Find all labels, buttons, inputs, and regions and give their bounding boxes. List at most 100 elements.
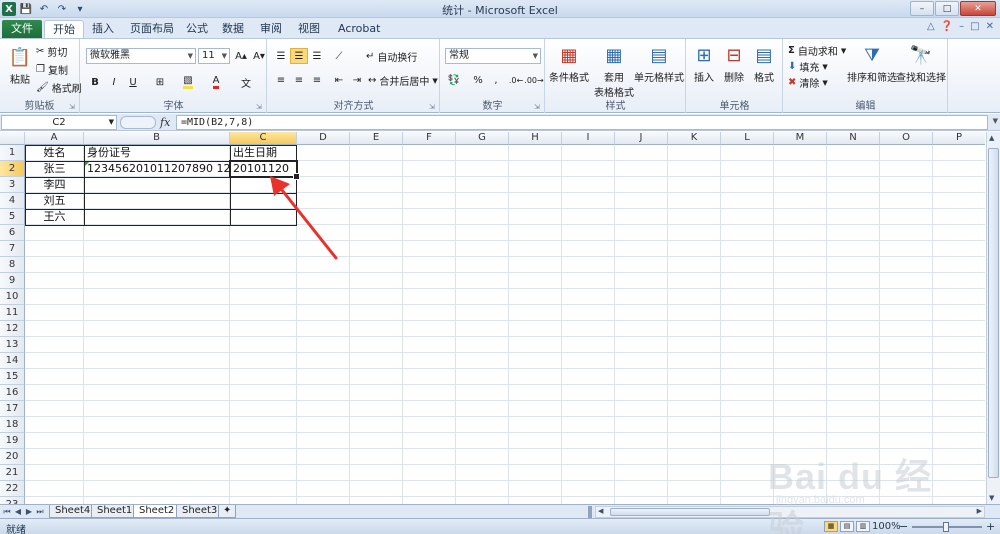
alignment-launcher-icon[interactable]: ⇲ xyxy=(429,103,437,111)
insert-function-icon[interactable]: fx xyxy=(160,116,170,129)
tab-page-layout[interactable]: 页面布局 xyxy=(122,20,182,38)
column-header-b[interactable]: B xyxy=(84,132,230,145)
tab-data[interactable]: 数据 xyxy=(214,20,252,38)
clipboard-launcher-icon[interactable]: ⇲ xyxy=(69,103,77,111)
cut-button[interactable]: ✂ 剪切 xyxy=(36,44,67,59)
row-header-21[interactable]: 21 xyxy=(0,465,25,481)
tab-review[interactable]: 审阅 xyxy=(252,20,290,38)
row-header-12[interactable]: 12 xyxy=(0,321,25,337)
page-break-view-icon[interactable]: ▥ xyxy=(856,521,870,532)
expand-formula-icon[interactable]: ▼ xyxy=(993,117,998,125)
tab-view[interactable]: 视图 xyxy=(290,20,328,38)
row-header-6[interactable]: 6 xyxy=(0,225,25,241)
clear-button[interactable]: ✖ 清除 ▼ xyxy=(788,75,828,90)
row-header-13[interactable]: 13 xyxy=(0,337,25,353)
row-header-14[interactable]: 14 xyxy=(0,353,25,369)
zoom-slider-knob[interactable] xyxy=(943,522,949,532)
tab-home[interactable]: 开始 xyxy=(44,20,84,38)
font-size-select[interactable]: 11 ▼ xyxy=(198,48,230,64)
align-top-button[interactable]: ☰ xyxy=(272,48,290,64)
cell-A3[interactable]: 李四 xyxy=(25,177,84,193)
row-header-17[interactable]: 17 xyxy=(0,401,25,417)
column-header-n[interactable]: N xyxy=(827,132,880,145)
tab-formulas[interactable]: 公式 xyxy=(178,20,216,38)
workbook-restore-icon[interactable]: □ xyxy=(970,21,979,32)
scroll-left-icon[interactable]: ◀ xyxy=(598,507,603,515)
workbook-minimize-icon[interactable]: – xyxy=(959,21,964,32)
row-header-10[interactable]: 10 xyxy=(0,289,25,305)
merge-center-button[interactable]: ↔ 合并后居中 ▼ xyxy=(368,73,438,88)
row-header-22[interactable]: 22 xyxy=(0,481,25,497)
format-cells-button[interactable]: ▤ 格式 xyxy=(749,41,779,85)
number-launcher-icon[interactable]: ⇲ xyxy=(534,103,542,111)
align-bottom-button[interactable]: ☰ xyxy=(308,48,326,64)
decrease-decimal-button[interactable]: .00→ xyxy=(524,72,543,88)
percent-button[interactable]: % xyxy=(469,72,487,88)
insert-cells-button[interactable]: ⊞ 插入 xyxy=(689,41,719,85)
close-button[interactable]: ✕ xyxy=(960,1,996,16)
cell-A1[interactable]: 姓名 xyxy=(25,145,84,161)
shrink-font-button[interactable]: A▾ xyxy=(250,48,268,64)
increase-indent-button[interactable]: ⇥ xyxy=(348,72,366,88)
vertical-scroll-thumb[interactable] xyxy=(988,148,999,478)
paste-button[interactable]: 📋 粘贴 xyxy=(6,43,34,87)
align-right-button[interactable]: ≡ xyxy=(308,72,326,88)
decrease-indent-button[interactable]: ⇤ xyxy=(330,72,348,88)
prev-sheet-icon[interactable]: ◀ xyxy=(13,506,23,518)
minimize-ribbon-icon[interactable]: △ xyxy=(927,21,935,32)
align-center-button[interactable]: ≡ xyxy=(290,72,308,88)
active-cell-selection[interactable] xyxy=(229,160,300,180)
fill-button[interactable]: ⬇ 填充 ▼ xyxy=(788,59,828,74)
tab-file[interactable]: 文件 xyxy=(2,20,42,38)
next-sheet-icon[interactable]: ▶ xyxy=(24,506,34,518)
column-header-p[interactable]: P xyxy=(933,132,985,145)
bold-button[interactable]: B xyxy=(86,74,104,90)
row-header-8[interactable]: 8 xyxy=(0,257,25,273)
sheet-tab-sheet3[interactable]: Sheet3 xyxy=(176,505,224,518)
cell-styles-button[interactable]: ▤ 单元格样式 xyxy=(634,41,684,85)
number-format-select[interactable]: 常规 ▼ xyxy=(445,48,541,64)
row-header-1[interactable]: 1 xyxy=(0,145,25,161)
row-header-11[interactable]: 11 xyxy=(0,305,25,321)
align-left-button[interactable]: ≡ xyxy=(272,72,290,88)
cell-B2[interactable]: 123456201011207890 12 xyxy=(84,161,230,177)
scroll-right-icon[interactable]: ▶ xyxy=(977,507,982,515)
tab-split-handle[interactable] xyxy=(588,506,592,518)
formula-bar-spinner[interactable] xyxy=(120,116,156,129)
sheet-tab-sheet4[interactable]: Sheet4 xyxy=(49,505,97,518)
tab-acrobat[interactable]: Acrobat xyxy=(330,20,388,38)
last-sheet-icon[interactable]: ⏭ xyxy=(35,506,45,518)
row-header-16[interactable]: 16 xyxy=(0,385,25,401)
zoom-out-icon[interactable]: − xyxy=(899,520,908,533)
increase-decimal-button[interactable]: .0← xyxy=(507,72,525,88)
column-header-i[interactable]: I xyxy=(562,132,615,145)
minimize-button[interactable]: – xyxy=(910,1,934,16)
column-header-m[interactable]: M xyxy=(774,132,827,145)
column-header-j[interactable]: J xyxy=(615,132,668,145)
spreadsheet-grid[interactable]: ABCDEFGHIJKLMNOP 1 2 3 4 5 6 7 8 9 10 11 12 13 14 15 16… xyxy=(0,132,985,504)
row-header-19[interactable]: 19 xyxy=(0,433,25,449)
orientation-button[interactable]: ⟋ xyxy=(330,48,348,64)
sort-filter-button[interactable]: ⧩ 排序和筛选 xyxy=(847,41,897,85)
sheet-tab-sheet1[interactable]: Sheet1 xyxy=(91,505,139,518)
fill-color-button[interactable]: ▧ xyxy=(179,74,197,90)
vertical-scrollbar[interactable]: ▲ ▼ xyxy=(986,132,1000,504)
column-header-a[interactable]: A xyxy=(25,132,84,145)
conditional-format-button[interactable]: ▦ 条件格式 xyxy=(548,41,590,85)
column-header-e[interactable]: E xyxy=(350,132,403,145)
insert-sheet-button[interactable]: ✦ xyxy=(218,505,237,518)
column-header-g[interactable]: G xyxy=(456,132,509,145)
workbook-close-icon[interactable]: ✕ xyxy=(986,21,994,32)
normal-view-icon[interactable]: ▦ xyxy=(824,521,838,532)
font-color-button[interactable]: A xyxy=(207,74,225,90)
cell-B1[interactable]: 身份证号 xyxy=(84,145,230,161)
grow-font-button[interactable]: A▴ xyxy=(232,48,250,64)
help-icon[interactable]: ❓ xyxy=(941,21,953,32)
cell-A5[interactable]: 王六 xyxy=(25,209,84,225)
horizontal-scroll-thumb[interactable] xyxy=(610,508,770,516)
column-header-f[interactable]: F xyxy=(403,132,456,145)
align-middle-button[interactable]: ☰ xyxy=(290,48,308,64)
sheet-tab-sheet2[interactable]: Sheet2 xyxy=(133,505,181,518)
underline-button[interactable]: U xyxy=(124,74,142,90)
horizontal-scrollbar[interactable]: ◀ ▶ xyxy=(595,506,985,518)
